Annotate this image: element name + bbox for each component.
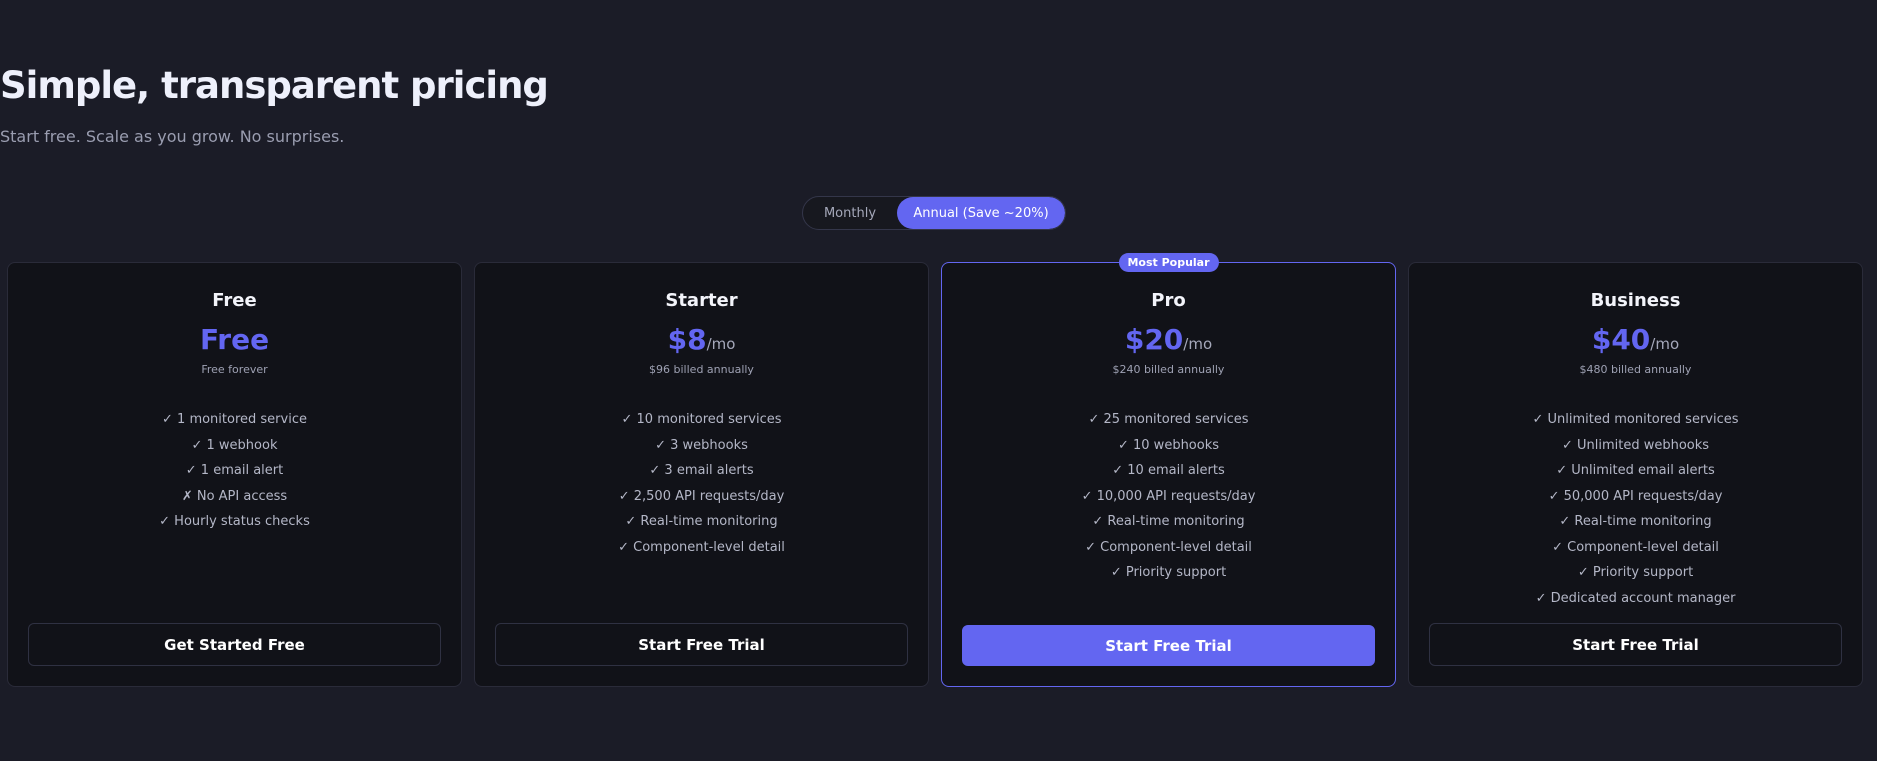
feature-item: ✗ No API access bbox=[181, 488, 288, 504]
feature-item: ✓ Real-time monitoring bbox=[1092, 514, 1245, 529]
feature-item: ✓ Component-level detail bbox=[1552, 539, 1719, 555]
plan-price: Free bbox=[199, 323, 270, 356]
annual-toggle-button[interactable]: Annual (Save ~20%) bbox=[897, 197, 1065, 229]
feature-item: ✓ 10 email alerts bbox=[1112, 463, 1225, 478]
billing-toggle: Monthly Annual (Save ~20%) bbox=[802, 196, 1066, 230]
plan-price: $8 bbox=[667, 323, 707, 356]
price-row: $20 /mo bbox=[942, 323, 1395, 356]
price-row: $40 /mo bbox=[1409, 323, 1862, 356]
get-started-free-button[interactable]: Get Started Free bbox=[28, 623, 441, 666]
price-row: Free bbox=[8, 323, 461, 356]
page-subtitle: Start free. Scale as you grow. No surpri… bbox=[0, 127, 345, 146]
feature-item: ✓ Unlimited email alerts bbox=[1556, 463, 1715, 478]
billing-note: $240 billed annually bbox=[1112, 363, 1225, 376]
plan-price: $40 bbox=[1591, 323, 1651, 356]
feature-item: ✓ 10 monitored services bbox=[621, 412, 782, 427]
plan-name: Starter bbox=[665, 290, 738, 311]
feature-item: ✓ 2,500 API requests/day bbox=[618, 488, 785, 504]
billing-note: $480 billed annually bbox=[1579, 363, 1692, 376]
feature-item: ✓ 3 email alerts bbox=[649, 463, 754, 478]
plan-name: Free bbox=[212, 290, 257, 311]
feature-item: ✓ Component-level detail bbox=[1085, 539, 1252, 555]
feature-item: ✓ Component-level detail bbox=[618, 539, 785, 555]
feature-item: ✓ 1 monitored service bbox=[162, 412, 307, 427]
feature-item: ✓ 10 webhooks bbox=[1117, 437, 1220, 453]
feature-list: ✓ Unlimited monitored services ✓ Unlimit… bbox=[1409, 407, 1862, 611]
feature-list: ✓ 25 monitored services ✓ 10 webhooks ✓ … bbox=[942, 407, 1395, 586]
monthly-toggle-button[interactable]: Monthly bbox=[803, 197, 897, 229]
price-period: /mo bbox=[1183, 335, 1213, 353]
plan-price: $20 bbox=[1124, 323, 1184, 356]
feature-item: ✓ 50,000 API requests/day bbox=[1548, 488, 1723, 504]
feature-item: ✓ 3 webhooks bbox=[655, 437, 748, 453]
price-period: /mo bbox=[1650, 335, 1680, 353]
feature-list: ✓ 10 monitored services ✓ 3 webhooks ✓ 3… bbox=[475, 407, 928, 560]
start-free-trial-button[interactable]: Start Free Trial bbox=[962, 625, 1375, 666]
feature-item: ✓ Real-time monitoring bbox=[1559, 514, 1712, 529]
plan-card-starter: Starter $8 /mo $96 billed annually ✓ 10 … bbox=[474, 262, 929, 687]
feature-item: ✓ Hourly status checks bbox=[159, 514, 310, 529]
start-free-trial-button[interactable]: Start Free Trial bbox=[1429, 623, 1842, 666]
feature-item: ✓ 10,000 API requests/day bbox=[1081, 488, 1256, 504]
page-title: Simple, transparent pricing bbox=[0, 64, 549, 107]
feature-item: ✓ Unlimited monitored services bbox=[1532, 412, 1739, 427]
plan-name: Business bbox=[1590, 290, 1681, 311]
most-popular-badge: Most Popular bbox=[1118, 253, 1219, 272]
feature-item: ✓ Unlimited webhooks bbox=[1561, 437, 1710, 453]
billing-note: Free forever bbox=[201, 363, 268, 376]
feature-item: ✓ 25 monitored services bbox=[1088, 412, 1249, 427]
price-row: $8 /mo bbox=[475, 323, 928, 356]
feature-item: ✓ Priority support bbox=[1110, 565, 1227, 580]
feature-item: ✓ 1 webhook bbox=[191, 437, 278, 453]
billing-note: $96 billed annually bbox=[649, 363, 754, 376]
plan-name: Pro bbox=[1151, 290, 1186, 311]
plan-card-business: Business $40 /mo $480 billed annually ✓ … bbox=[1408, 262, 1863, 687]
feature-item: ✓ Real-time monitoring bbox=[625, 514, 778, 529]
start-free-trial-button[interactable]: Start Free Trial bbox=[495, 623, 908, 666]
feature-item: ✓ Priority support bbox=[1577, 565, 1694, 580]
price-period: /mo bbox=[706, 335, 736, 353]
feature-list: ✓ 1 monitored service ✓ 1 webhook ✓ 1 em… bbox=[8, 407, 461, 535]
plan-card-free: Free Free Free forever ✓ 1 monitored ser… bbox=[7, 262, 462, 687]
feature-item: ✓ Dedicated account manager bbox=[1535, 590, 1736, 606]
feature-item: ✓ 1 email alert bbox=[185, 463, 284, 478]
plan-card-pro: Most Popular Pro $20 /mo $240 billed ann… bbox=[941, 253, 1396, 687]
